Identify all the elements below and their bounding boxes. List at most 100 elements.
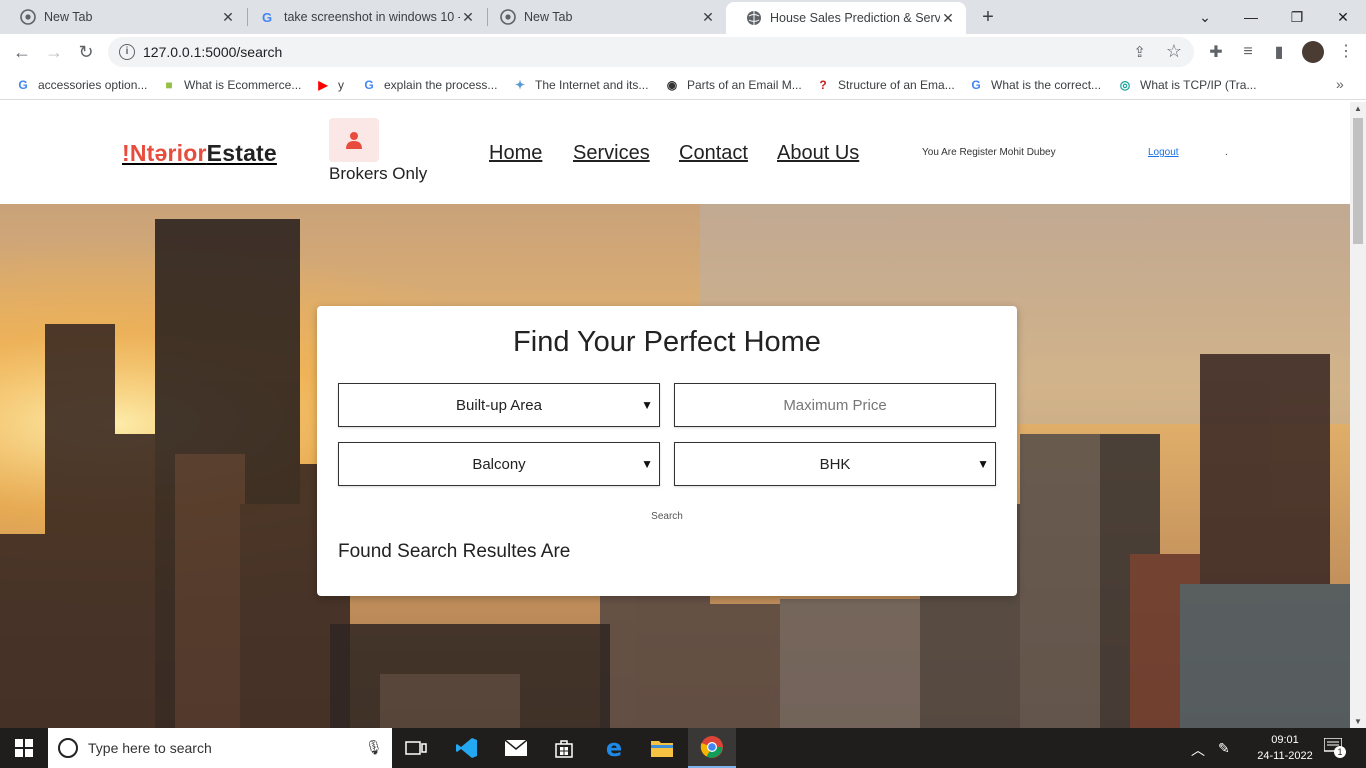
google-icon: G — [18, 78, 28, 92]
close-icon[interactable]: ✕ — [220, 9, 236, 26]
logo-part-1: !Ntərior — [122, 140, 207, 166]
bhk-value: BHK — [819, 455, 851, 473]
bookmarks-bar: G accessories option... ■ What is Ecomme… — [0, 70, 1366, 100]
windows-taskbar: Type here to search 🎙 e ︿ ✎ 09:01 24-11-… — [0, 728, 1366, 768]
store-icon[interactable] — [540, 728, 588, 768]
nav-contact[interactable]: Contact — [679, 142, 748, 165]
windows-start-icon[interactable] — [0, 728, 48, 768]
clock-time: 09:01 — [1271, 734, 1299, 746]
bookmark-label: The Internet and its... — [535, 78, 649, 92]
bookmark-item[interactable]: ✦ The Internet and its... — [512, 76, 648, 94]
bhk-select[interactable]: BHK ▼ — [674, 442, 996, 486]
close-icon[interactable]: ✕ — [940, 10, 956, 27]
bookmark-item[interactable]: G explain the process... — [361, 76, 497, 94]
logo-part-2: Estate — [206, 140, 277, 166]
file-explorer-icon[interactable] — [638, 728, 686, 768]
back-icon[interactable]: ← — [9, 39, 35, 65]
system-clock[interactable]: 09:01 24-11-2022 — [1254, 732, 1316, 764]
google-icon: G — [364, 78, 374, 92]
tab-title: take screenshot in windows 10 - — [284, 10, 460, 24]
pen-icon[interactable]: ✎ — [1218, 740, 1230, 757]
chevron-down-icon: ▼ — [641, 398, 653, 412]
task-view-icon[interactable] — [392, 728, 440, 768]
bookmark-label: What is TCP/IP (Tra... — [1140, 78, 1257, 92]
close-window-icon[interactable]: ✕ — [1320, 0, 1366, 34]
bookmark-item[interactable]: ▶ y — [315, 76, 344, 94]
bookmark-item[interactable]: ■ What is Ecommerce... — [161, 76, 301, 94]
address-url[interactable]: 127.0.0.1:5000/search — [143, 44, 282, 60]
page-scrollbar[interactable]: ▲ ▼ — [1350, 102, 1366, 728]
vscode-icon[interactable] — [443, 728, 491, 768]
close-icon[interactable]: ✕ — [700, 9, 716, 26]
nav-about-us[interactable]: About Us — [777, 142, 859, 165]
bookmark-item[interactable]: ◉ Parts of an Email M... — [664, 76, 802, 94]
extensions-icon[interactable]: ✚ — [1205, 41, 1227, 63]
nav-home[interactable]: Home — [489, 142, 542, 165]
site-info-icon[interactable]: i — [119, 44, 135, 60]
chrome-taskbar-icon[interactable] — [688, 728, 736, 768]
maximum-price-input[interactable]: Maximum Price — [674, 383, 996, 427]
maximum-price-placeholder: Maximum Price — [783, 396, 887, 414]
scroll-down-icon[interactable]: ▼ — [1354, 717, 1362, 726]
bookmark-item[interactable]: G accessories option... — [15, 76, 147, 94]
tab-title: New Tab — [524, 10, 573, 24]
bookmark-label: accessories option... — [38, 78, 148, 92]
person-icon — [346, 132, 362, 149]
balcony-value: Balcony — [472, 455, 526, 473]
logout-link[interactable]: Logout — [1148, 147, 1179, 158]
bookmark-label: What is Ecommerce... — [184, 78, 302, 92]
page-viewport: !NtəriorEstate Brokers Only Home Service… — [0, 102, 1350, 728]
microphone-icon[interactable]: 🎙 — [365, 739, 383, 756]
tab-new-tab-1[interactable]: New Tab ✕ — [0, 0, 246, 34]
chrome-icon — [500, 9, 516, 25]
restore-icon[interactable]: ❐ — [1274, 0, 1320, 34]
tab-search-icon[interactable]: ⌄ — [1182, 0, 1228, 34]
bookmark-label: Parts of an Email M... — [687, 78, 802, 92]
show-hidden-icons-icon[interactable]: ︿ — [1191, 740, 1205, 760]
media-icon[interactable]: ≡ — [1237, 41, 1259, 63]
bookmark-star-icon[interactable]: ☆ — [1166, 41, 1182, 62]
registered-user-text: You Are Register Mohit Dubey — [922, 147, 1056, 158]
chevron-down-icon: ▼ — [641, 457, 653, 471]
nav-services[interactable]: Services — [573, 142, 650, 165]
edge-icon[interactable]: e — [590, 728, 638, 768]
minimize-icon[interactable]: — — [1228, 0, 1274, 34]
reload-icon[interactable]: ↻ — [73, 39, 99, 65]
bookmark-item[interactable]: ? Structure of an Ema... — [815, 76, 954, 94]
address-bar[interactable]: i 127.0.0.1:5000/search ⇪ ☆ — [108, 37, 1194, 67]
chrome-icon — [20, 9, 36, 25]
menu-icon[interactable]: ⋮ — [1336, 41, 1356, 63]
tab-new-tab-2[interactable]: New Tab ✕ — [480, 0, 726, 34]
google-icon: G — [262, 10, 272, 25]
notification-count: 1 — [1334, 746, 1346, 758]
header-dot: . — [1225, 147, 1228, 158]
built-up-area-value: Built-up Area — [456, 396, 542, 414]
new-tab-button[interactable]: + — [976, 5, 1000, 29]
shopify-icon: ■ — [165, 78, 173, 92]
share-icon[interactable]: ⇪ — [1133, 43, 1146, 61]
profile-avatar[interactable] — [1302, 41, 1324, 63]
bookmark-item[interactable]: G What is the correct... — [968, 76, 1101, 94]
taskbar-search-placeholder: Type here to search — [88, 740, 212, 756]
more-bookmarks-icon[interactable]: » — [1336, 76, 1344, 92]
notification-icon[interactable]: 1 — [1323, 737, 1346, 758]
close-icon[interactable]: ✕ — [460, 9, 476, 26]
search-button[interactable]: Search — [317, 511, 1017, 522]
taskbar-search-box[interactable]: Type here to search 🎙 — [48, 728, 392, 768]
user-icon[interactable] — [329, 118, 379, 162]
mail-icon[interactable] — [492, 728, 540, 768]
tab-screenshot-search[interactable]: G take screenshot in windows 10 - ✕ — [240, 0, 486, 34]
forward-icon[interactable]: → — [41, 39, 67, 65]
scrollbar-thumb[interactable] — [1353, 118, 1363, 244]
side-panel-icon[interactable]: ▮ — [1268, 41, 1290, 63]
scroll-up-icon[interactable]: ▲ — [1354, 104, 1362, 113]
site-logo[interactable]: !NtəriorEstate — [122, 140, 277, 167]
clock-date: 24-11-2022 — [1257, 750, 1313, 762]
bookmark-item[interactable]: ◎ What is TCP/IP (Tra... — [1117, 76, 1257, 94]
built-up-area-select[interactable]: Built-up Area ▼ — [338, 383, 660, 427]
balcony-select[interactable]: Balcony ▼ — [338, 442, 660, 486]
bookmark-label: explain the process... — [384, 78, 498, 92]
brokers-only-label[interactable]: Brokers Only — [329, 164, 427, 184]
search-icon — [58, 738, 78, 758]
tab-house-sales[interactable]: House Sales Prediction & Service ✕ — [726, 2, 966, 34]
